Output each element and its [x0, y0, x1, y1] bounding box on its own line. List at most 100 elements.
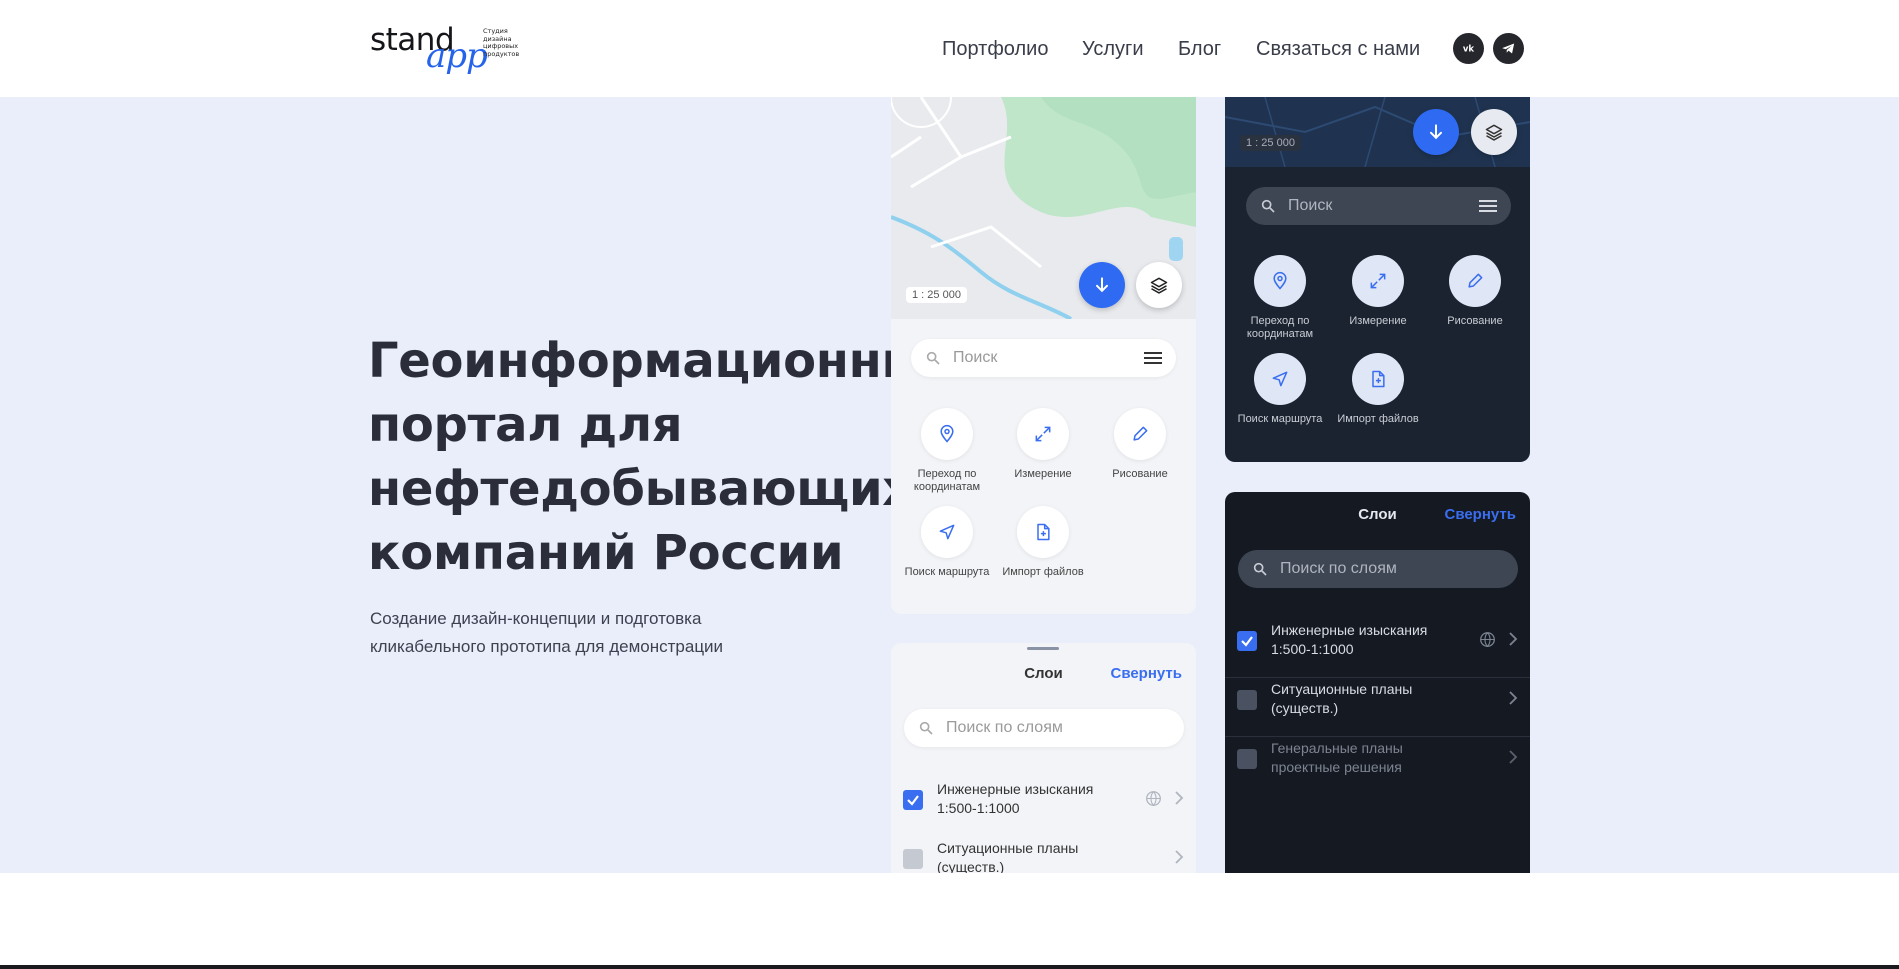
tool-measure[interactable]: Измерение	[998, 408, 1088, 481]
tool-measure[interactable]: Измерение	[1333, 255, 1423, 328]
checkbox-unchecked[interactable]	[903, 849, 923, 869]
site-header: stand app Студия дизайна цифровых продук…	[0, 0, 1899, 97]
location-pin-icon	[1273, 271, 1287, 290]
next-section	[0, 873, 1899, 969]
layer-row[interactable]: Генеральные планы проектные решения	[1225, 737, 1530, 795]
layers-search-input[interactable]: Поиск по слоям	[904, 709, 1184, 747]
hero-section: Геоинформационный портал для нефтедобыва…	[0, 97, 1899, 873]
svg-text:vk: vk	[1463, 44, 1475, 54]
tool-import-files[interactable]: Импорт файлов	[998, 506, 1088, 579]
search-icon	[919, 721, 933, 735]
mockup-light-layers: Слои Свернуть Поиск по слоям Инженерные …	[891, 643, 1196, 873]
pencil-icon	[1468, 273, 1483, 288]
checkbox-checked[interactable]	[1237, 631, 1257, 651]
hero-subtitle-line: кликабельного прототипа для демонстрации	[370, 637, 724, 656]
drag-handle[interactable]	[1027, 647, 1059, 650]
layer-row[interactable]: Ситуационные планы (существ.)	[891, 837, 1196, 873]
mockup-dark-layers: Слои Свернуть Поиск по слоям Инженерные …	[1225, 492, 1530, 873]
layer-row[interactable]: Ситуационные планы (существ.)	[1225, 678, 1530, 736]
layer-label: Генеральные планы проектные решения	[1271, 740, 1403, 775]
hero-title-line: портал для	[368, 397, 683, 453]
hero-subtitle: Создание дизайн-концепции и подготовка к…	[370, 605, 800, 661]
hero-subtitle-line: Создание дизайн-концепции и подготовка	[370, 609, 702, 628]
tool-label: Рисование	[1112, 468, 1168, 480]
vk-icon[interactable]: vk	[1453, 33, 1484, 64]
globe-icon[interactable]	[1479, 631, 1496, 648]
chevron-right-icon[interactable]	[1508, 631, 1518, 647]
tool-label: Импорт файлов	[1002, 566, 1084, 578]
file-plus-icon	[1037, 523, 1050, 541]
logo[interactable]: stand app Студия дизайна цифровых продук…	[370, 22, 520, 76]
file-plus-icon	[1372, 370, 1385, 388]
tool-label: Поиск маршрута	[904, 566, 990, 578]
pencil-icon	[1133, 426, 1148, 441]
hero-title-line: Геоинформационный	[368, 333, 958, 389]
expand-arrows-icon	[1370, 273, 1386, 289]
tool-label: Измерение	[1014, 468, 1072, 480]
logo-word-app: app	[426, 36, 488, 76]
navigation-arrow-icon	[939, 524, 955, 540]
nav-contact[interactable]: Связаться с нами	[1256, 38, 1420, 61]
location-pin-icon	[940, 424, 954, 443]
tool-import-files[interactable]: Импорт файлов	[1333, 353, 1423, 426]
search-input[interactable]: Поиск	[1246, 187, 1511, 225]
layers-button[interactable]	[1136, 262, 1182, 308]
collapse-button[interactable]: Свернуть	[1110, 665, 1182, 682]
hero-title-line: компаний России	[368, 525, 844, 581]
search-placeholder: Поиск	[1288, 197, 1333, 214]
search-icon	[1253, 562, 1267, 576]
menu-icon[interactable]	[1479, 199, 1497, 213]
search-icon	[1261, 199, 1275, 213]
menu-icon[interactable]	[1144, 351, 1162, 365]
tool-label: Поиск маршрута	[1237, 413, 1323, 425]
arrow-down-icon	[1430, 124, 1442, 140]
layer-label: Ситуационные планы (существ.)	[937, 840, 1079, 873]
checkbox-unchecked[interactable]	[1237, 749, 1257, 769]
tool-draw[interactable]: Рисование	[1430, 255, 1520, 328]
tool-goto-coordinates[interactable]: Переход по координатам	[1235, 255, 1325, 341]
download-button[interactable]	[1413, 109, 1459, 155]
telegram-icon[interactable]	[1493, 33, 1524, 64]
layer-row[interactable]: Инженерные изыскания 1:500-1:1000	[891, 778, 1196, 836]
layers-search-input[interactable]: Поиск по слоям	[1238, 550, 1518, 588]
map-scale: 1 : 25 000	[1240, 135, 1301, 151]
collapse-button[interactable]: Свернуть	[1444, 506, 1516, 523]
nav-blog[interactable]: Блог	[1178, 38, 1221, 61]
layer-label: Инженерные изыскания 1:500-1:1000	[1271, 622, 1428, 657]
chevron-right-icon[interactable]	[1174, 849, 1184, 865]
layers-search-placeholder: Поиск по слоям	[1280, 560, 1397, 577]
search-placeholder: Поиск	[953, 349, 998, 366]
arrow-down-icon	[1096, 277, 1108, 293]
logo-tagline: Студия дизайна цифровых продуктов	[483, 27, 520, 58]
globe-icon[interactable]	[1145, 790, 1162, 807]
chevron-right-icon[interactable]	[1174, 790, 1184, 806]
navigation-arrow-icon	[1272, 371, 1288, 387]
checkbox-checked[interactable]	[903, 790, 923, 810]
nav-services[interactable]: Услуги	[1082, 38, 1144, 61]
layers-icon	[1485, 124, 1503, 141]
tool-goto-coordinates[interactable]: Переход по координатам	[902, 408, 992, 494]
download-button[interactable]	[1079, 262, 1125, 308]
mockup-dark-tools: 1 : 25 000 Поиск Переход по координатам …	[1225, 97, 1530, 462]
layer-label: Инженерные изыскания 1:500-1:1000	[937, 781, 1094, 816]
layers-button[interactable]	[1471, 109, 1517, 155]
chevron-right-icon[interactable]	[1508, 690, 1518, 706]
search-icon	[926, 351, 940, 365]
tool-route-search[interactable]: Поиск маршрута	[902, 506, 992, 579]
bottom-divider	[0, 965, 1899, 969]
tool-label: Переход по координатам	[913, 468, 981, 493]
checkbox-unchecked[interactable]	[1237, 690, 1257, 710]
tool-label: Импорт файлов	[1337, 413, 1419, 425]
layers-search-placeholder: Поиск по слоям	[946, 719, 1063, 736]
search-input[interactable]: Поиск	[911, 339, 1176, 377]
layer-row[interactable]: Инженерные изыскания 1:500-1:1000	[1225, 619, 1530, 677]
tool-label: Переход по координатам	[1246, 315, 1314, 340]
tool-route-search[interactable]: Поиск маршрута	[1235, 353, 1325, 426]
layer-label: Ситуационные планы (существ.)	[1271, 681, 1413, 716]
hero-title-line: нефтедобывающих	[368, 461, 913, 517]
nav-portfolio[interactable]: Портфолио	[942, 38, 1048, 61]
tool-draw[interactable]: Рисование	[1095, 408, 1185, 481]
mockup-light-tools: 1 : 25 000 Поиск Переход по координатам …	[891, 97, 1196, 614]
tool-label: Рисование	[1447, 315, 1503, 327]
chevron-right-icon[interactable]	[1508, 749, 1518, 765]
